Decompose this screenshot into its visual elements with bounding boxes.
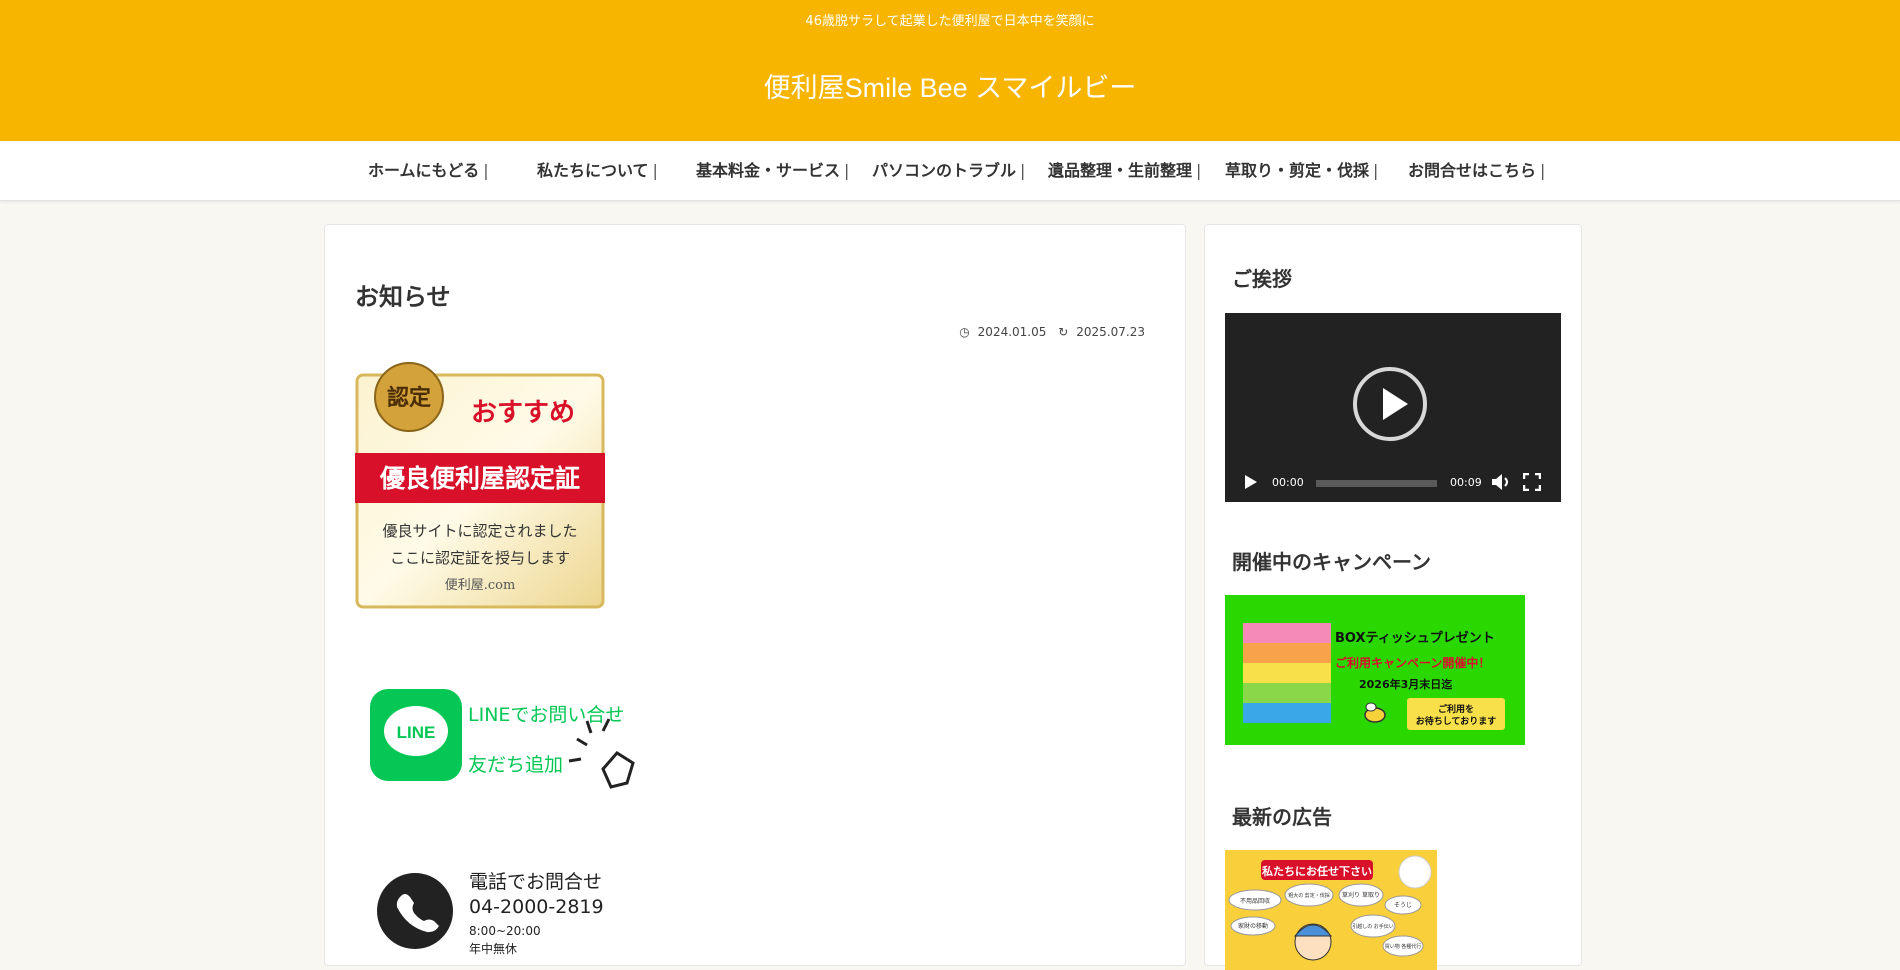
campaign-line2: ご利用キャンペーン開催中！	[1335, 655, 1490, 670]
certificate-image[interactable]: 認定 おすすめ 優良便利屋認定証 優良サイトに認定されました ここに認定証を授与…	[355, 361, 605, 611]
sidebar: ご挨拶 00:00 00:09 開催中のキャンペーン BOXティッシュプレゼント…	[1204, 224, 1582, 970]
nav-item-about[interactable]: 私たちについて |	[537, 159, 658, 183]
play-control-icon[interactable]	[1244, 474, 1258, 490]
cert-ribbon: 優良便利屋認定証	[379, 464, 580, 493]
greeting-video-player[interactable]: 00:00 00:09	[1225, 313, 1561, 502]
line-contact-text: LINEでお問い合せ	[468, 704, 624, 726]
campaign-note2: お待ちしております	[1416, 715, 1496, 727]
cert-line1: 優良サイトに認定されました	[382, 522, 577, 540]
site-tagline: 46歳脱サラして起業した便利屋で日本中を笑顔に	[805, 14, 1095, 29]
volume-icon[interactable]	[1491, 473, 1511, 491]
video-duration: 00:09	[1450, 476, 1482, 489]
play-icon	[1383, 388, 1408, 420]
campaign-line1: BOXティッシュプレゼント	[1335, 630, 1495, 646]
ad-title: 最新の広告	[1232, 805, 1332, 829]
ad-bubble-4: そうじ	[1394, 902, 1412, 909]
cert-badge: 認定	[387, 385, 431, 411]
page-title: お知らせ	[355, 283, 451, 311]
big-play-button[interactable]	[1353, 367, 1427, 441]
nav-item-home[interactable]: ホームにもどる |	[368, 159, 489, 183]
ad-bubble-3: 草刈り 草取り	[1342, 891, 1380, 899]
nav-item-estate-cleanup[interactable]: 遺品整理・生前整理 |	[1048, 159, 1201, 183]
cert-recommend: おすすめ	[471, 398, 575, 428]
nav-item-contact[interactable]: お問合せはこちら |	[1408, 159, 1545, 183]
campaign-note1: ご利用を	[1438, 703, 1474, 715]
tissue-box-stack-icon	[1243, 623, 1331, 723]
phone-contact-text: 電話でお問合せ	[469, 871, 602, 893]
nav-item-gardening[interactable]: 草取り・剪定・伐採 |	[1225, 159, 1378, 183]
phone-hours: 8:00~20:00	[469, 924, 541, 938]
line-logo: LINE	[397, 723, 436, 742]
video-current-time: 00:00	[1272, 476, 1304, 489]
global-nav: ホームにもどる | 私たちについて | 基本料金・サービス | パソコンのトラブル | …	[0, 141, 1900, 201]
updated-date: 2025.07.23	[1076, 325, 1145, 339]
ad-bubble-5: 家財の移動	[1238, 922, 1268, 930]
cert-line2: ここに認定証を授与します	[390, 549, 570, 567]
ad-headline: 私たちにお任せ下さい	[1262, 864, 1372, 878]
ad-bubble-2: 粗大の 剪定・伐採	[1288, 892, 1330, 899]
clock-icon: ◷	[959, 325, 970, 339]
published-date: 2024.01.05	[977, 325, 1047, 339]
ad-bubble-6: 引越しの お手伝い	[1352, 923, 1394, 930]
fullscreen-icon[interactable]	[1523, 473, 1541, 491]
ad-bubble-7: 買い物 各種代行	[1385, 943, 1422, 950]
nav-item-pricing[interactable]: 基本料金・サービス |	[696, 159, 849, 183]
greeting-title: ご挨拶	[1232, 267, 1292, 291]
campaign-banner[interactable]: BOXティッシュプレゼント ご利用キャンペーン開催中！ 2026年3月末日迄 ご…	[1225, 595, 1525, 745]
phone-contact-banner[interactable]: 電話でお問合せ 04-2000-2819 8:00~20:00 年中無休	[355, 855, 655, 965]
nav-item-pc-trouble[interactable]: パソコンのトラブル |	[872, 159, 1025, 183]
campaign-line3: 2026年3月末日迄	[1359, 677, 1452, 691]
phone-number: 04-2000-2819	[469, 896, 604, 918]
video-controls: 00:00 00:09	[1225, 462, 1561, 502]
line-add-friend-text: 友だち追加	[468, 754, 563, 776]
campaign-title: 開催中のキャンペーン	[1232, 550, 1431, 574]
main-content: お知らせ ◷ 2024.01.05 ↻ 2025.07.23 認定 おすすめ 優良便…	[324, 224, 1186, 966]
pointer-hand-icon	[568, 718, 635, 789]
mascot-worker-icon	[1293, 923, 1333, 961]
post-dates: ◷ 2024.01.05 ↻ 2025.07.23	[951, 325, 1145, 339]
ad-flyer[interactable]: 私たちにお任せ下さい 不用品回収 粗大の 剪定・伐採 草刈り 草取り そうじ 家…	[1225, 850, 1437, 970]
site-title[interactable]: 便利屋Smile Bee スマイルビー	[0, 66, 1900, 105]
line-contact-banner[interactable]: LINE LINEでお問い合せ 友だち追加	[355, 671, 655, 791]
update-icon: ↻	[1058, 325, 1069, 339]
video-progress-bar[interactable]	[1316, 480, 1437, 487]
phone-holiday: 年中無休	[469, 941, 517, 956]
site-header: 46歳脱サラして起業した便利屋で日本中を笑顔に 便利屋Smile Bee スマイ…	[0, 0, 1900, 141]
cert-site: 便利屋.com	[445, 578, 516, 593]
ad-bubble-1: 不用品回収	[1240, 898, 1270, 905]
